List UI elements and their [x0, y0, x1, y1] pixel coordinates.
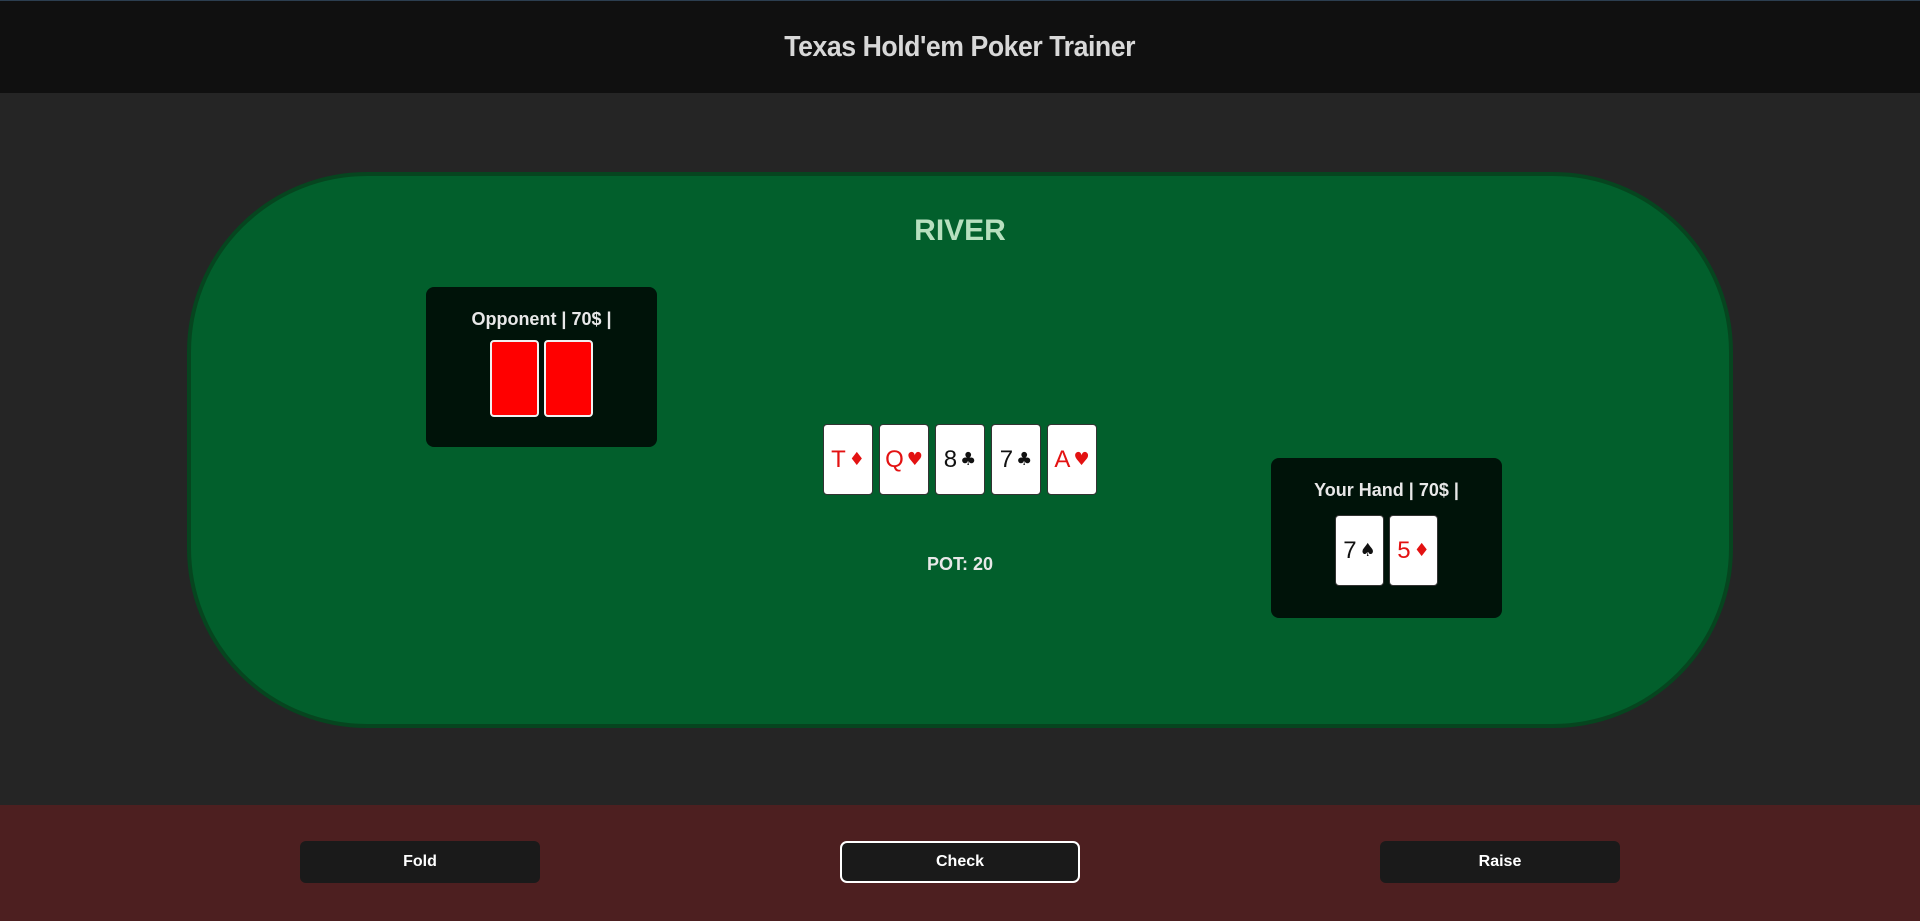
diamond-icon: ♦ [1413, 540, 1430, 561]
heart-icon: ♥ [1073, 449, 1090, 470]
opponent-card-back [544, 340, 593, 417]
poker-table: RIVER Opponent | 70$ | T ♦ Q ♥ 8 ♣ 7 ♣ A… [187, 172, 1733, 728]
card-rank: A [1054, 445, 1071, 473]
opponent-label: Opponent | 70$ | [471, 309, 612, 329]
card-rank: 7 [999, 445, 1014, 473]
club-icon: ♣ [1016, 449, 1033, 470]
player-card: 5 ♦ [1389, 515, 1438, 586]
club-icon: ♣ [960, 449, 977, 470]
opponent-panel: Opponent | 70$ | [426, 287, 657, 447]
card-rank: T [831, 445, 846, 473]
board-card: 7 ♣ [991, 424, 1041, 495]
board-card: A ♥ [1047, 424, 1097, 495]
card-rank: 5 [1397, 536, 1411, 564]
board-card: Q ♥ [879, 424, 929, 495]
heart-icon: ♥ [906, 449, 923, 470]
player-panel: Your Hand | 70$ | 7 ♠ 5 ♦ [1271, 458, 1502, 618]
main-area: RIVER Opponent | 70$ | T ♦ Q ♥ 8 ♣ 7 ♣ A… [0, 93, 1920, 805]
player-label: Your Hand | 70$ | [1314, 480, 1459, 500]
player-card: 7 ♠ [1335, 515, 1384, 586]
spade-icon: ♠ [1359, 540, 1376, 561]
action-bar: Fold Check Raise [0, 805, 1920, 921]
check-button[interactable]: Check [840, 841, 1080, 883]
card-rank: Q [885, 445, 904, 473]
opponent-hand [426, 340, 657, 417]
board-card: T ♦ [823, 424, 873, 495]
player-hand: 7 ♠ 5 ♦ [1271, 515, 1502, 586]
app-title: Texas Hold'em Poker Trainer [784, 30, 1136, 63]
board-card: 8 ♣ [935, 424, 985, 495]
card-rank: 7 [1343, 536, 1357, 564]
card-rank: 8 [943, 445, 958, 473]
fold-button[interactable]: Fold [300, 841, 540, 883]
app-header: Texas Hold'em Poker Trainer [0, 0, 1920, 93]
diamond-icon: ♦ [848, 449, 865, 470]
stage-label: RIVER [914, 214, 1006, 247]
opponent-card-back [490, 340, 539, 417]
raise-button[interactable]: Raise [1380, 841, 1620, 883]
